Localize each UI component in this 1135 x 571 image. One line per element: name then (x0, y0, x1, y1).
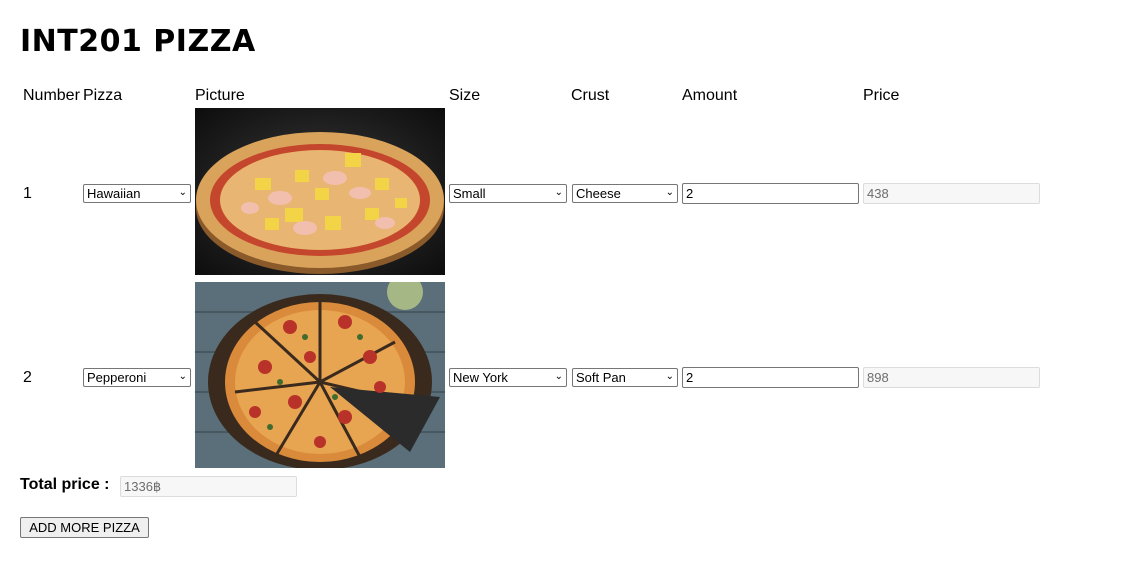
header-pizza: Pizza (83, 87, 123, 104)
row-2-crust-select[interactable]: Soft Pan ⌄ (572, 368, 678, 387)
row-2-size-select[interactable]: New York ⌄ (449, 368, 567, 387)
row-1-pizza-select[interactable]: Hawaiian ⌄ (83, 184, 191, 203)
row-2-pizza-picture (195, 282, 445, 468)
row-1-number: 1 (23, 185, 32, 202)
header-size: Size (449, 87, 481, 104)
header-number: Number (23, 87, 80, 104)
row-2-size-select-control[interactable]: New York (449, 368, 567, 387)
row-2-price-field (863, 367, 1040, 388)
add-more-pizza-button[interactable]: ADD MORE PIZZA (20, 517, 149, 538)
row-2-amount-input[interactable] (682, 367, 859, 388)
row-2-crust-select-control[interactable]: Soft Pan (572, 368, 678, 387)
page-title: INT201 PIZZA (20, 24, 256, 59)
row-2-pizza-select[interactable]: Pepperoni ⌄ (83, 368, 191, 387)
row-1-pizza-select-control[interactable]: Hawaiian (83, 184, 191, 203)
header-price: Price (863, 87, 900, 104)
header-amount: Amount (682, 87, 738, 104)
row-1-crust-select-control[interactable]: Cheese (572, 184, 678, 203)
row-1-amount-input[interactable] (682, 183, 859, 204)
total-price-label: Total price : (20, 476, 110, 493)
row-1-size-select[interactable]: Small ⌄ (449, 184, 567, 203)
row-1-pizza-picture (195, 108, 445, 275)
row-2-pizza-select-control[interactable]: Pepperoni (83, 368, 191, 387)
header-crust: Crust (571, 87, 610, 104)
header-picture: Picture (195, 87, 245, 104)
total-price-field (120, 476, 297, 497)
row-1-size-select-control[interactable]: Small (449, 184, 567, 203)
row-2-number: 2 (23, 369, 32, 386)
row-1-crust-select[interactable]: Cheese ⌄ (572, 184, 678, 203)
row-1-price-field (863, 183, 1040, 204)
